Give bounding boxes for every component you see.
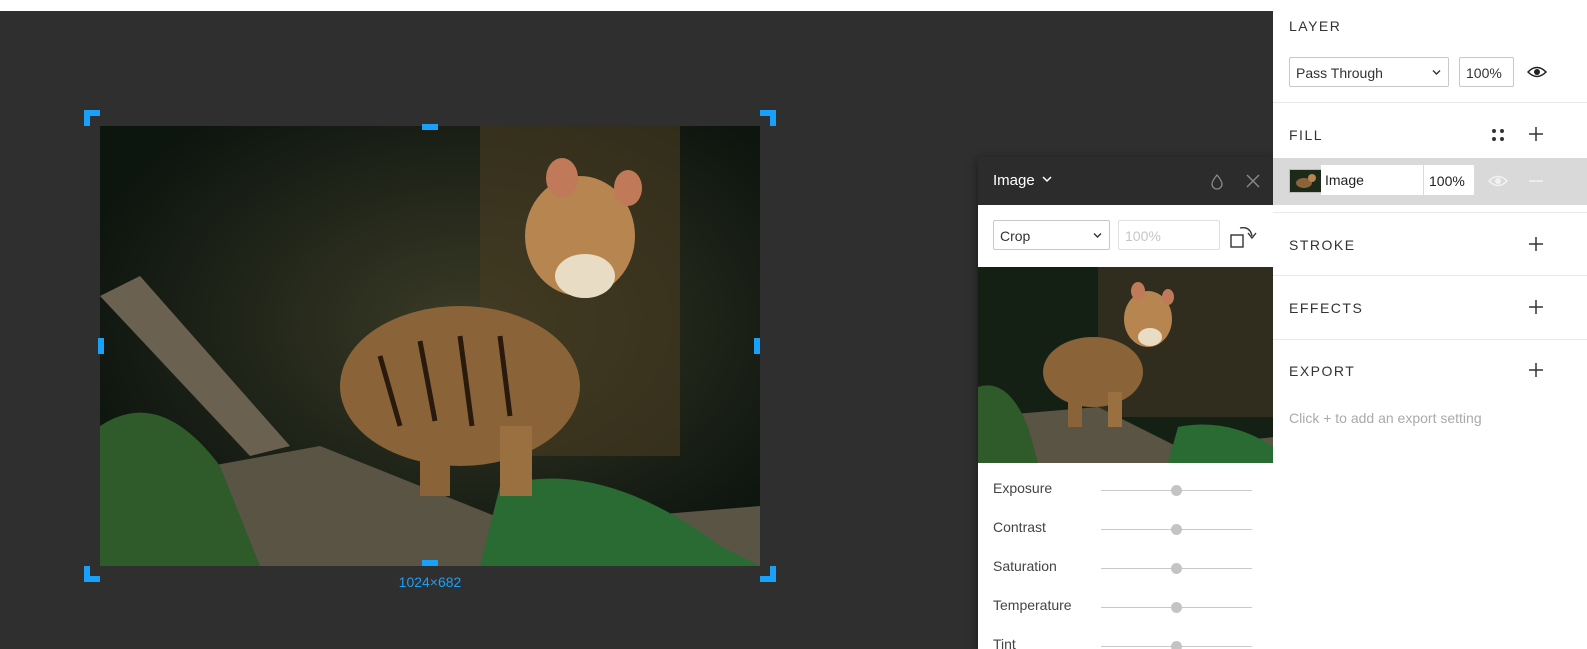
fill-type-label[interactable]: Image: [1321, 165, 1423, 195]
preview-image: [978, 267, 1274, 463]
fill-item-row[interactable]: Image 100%: [1273, 158, 1587, 205]
eye-icon[interactable]: [1488, 174, 1508, 188]
dimensions-label: 1024×682: [398, 574, 462, 590]
edge-handle-left[interactable]: [98, 338, 104, 354]
adjustment-temperature: Temperature: [978, 580, 1274, 619]
eye-icon[interactable]: [1527, 65, 1547, 79]
adjustment-label: Tint: [993, 636, 1016, 649]
image-panel-header: Image: [978, 157, 1274, 205]
adjustment-label: Temperature: [993, 597, 1072, 613]
adjustment-contrast: Contrast: [978, 502, 1274, 541]
add-effect-plus-icon[interactable]: [1528, 299, 1544, 315]
blend-mode-value: Pass Through: [1296, 65, 1383, 81]
adjustment-label: Exposure: [993, 480, 1053, 496]
adjustments-list: Exposure Contrast Saturation Temperature…: [978, 463, 1274, 649]
divider: [1273, 339, 1587, 340]
stroke-section-title: STROKE: [1289, 237, 1356, 253]
temperature-slider-knob[interactable]: [1171, 602, 1182, 613]
chevron-down-icon[interactable]: [1042, 175, 1052, 183]
chevron-down-icon: [1432, 70, 1441, 75]
fill-thumbnail[interactable]: [1289, 169, 1322, 193]
corner-handle-bl-v: [84, 566, 90, 582]
close-icon[interactable]: [1246, 174, 1260, 188]
edge-handle-top[interactable]: [422, 124, 438, 130]
export-section-title: EXPORT: [1289, 363, 1356, 379]
export-hint: Click + to add an export setting: [1289, 410, 1482, 426]
fill-thumbnail-image: [1290, 170, 1321, 192]
add-fill-plus-icon[interactable]: [1528, 126, 1544, 142]
layer-opacity-input[interactable]: 100%: [1459, 57, 1514, 87]
adjustment-tint: Tint: [978, 619, 1274, 649]
scale-mode-value: Crop: [1000, 228, 1031, 244]
tiger-image: [100, 126, 760, 566]
layer-section-title: LAYER: [1289, 18, 1342, 34]
corner-handle-tl-v: [84, 110, 90, 126]
contrast-slider-knob[interactable]: [1171, 524, 1182, 535]
exposure-slider-knob[interactable]: [1171, 485, 1182, 496]
adjustment-saturation: Saturation: [978, 541, 1274, 580]
canvas-image[interactable]: [100, 126, 760, 566]
chevron-down-icon: [1093, 233, 1102, 238]
layer-opacity-value: 100%: [1466, 65, 1502, 81]
divider: [1273, 102, 1587, 103]
image-panel-title[interactable]: Image: [993, 172, 1035, 189]
corner-handle-tr-v: [770, 110, 776, 126]
divider: [1273, 275, 1587, 276]
adjustment-exposure: Exposure: [978, 463, 1274, 502]
fill-section-title: FILL: [1289, 127, 1324, 143]
minus-icon[interactable]: [1529, 180, 1543, 182]
drop-icon[interactable]: [1210, 174, 1224, 190]
effects-section-title: EFFECTS: [1289, 300, 1364, 316]
style-grid-icon[interactable]: [1491, 128, 1505, 142]
tint-slider-knob[interactable]: [1171, 641, 1182, 649]
image-preview: [978, 267, 1274, 463]
add-stroke-plus-icon[interactable]: [1528, 236, 1544, 252]
add-export-plus-icon[interactable]: [1528, 362, 1544, 378]
edge-handle-bottom[interactable]: [422, 560, 438, 566]
corner-handle-br-v: [770, 566, 776, 582]
image-fill-panel: Image Crop 100% Exposure Contrast Satura…: [978, 157, 1274, 649]
scale-value-placeholder: 100%: [1125, 228, 1161, 244]
rotate-icon[interactable]: [1230, 223, 1258, 249]
properties-panel: LAYER Pass Through 100% FILL Image 100%: [1273, 11, 1587, 649]
adjustment-label: Saturation: [993, 558, 1057, 574]
scale-mode-select[interactable]: Crop: [993, 220, 1110, 250]
fill-opacity-input[interactable]: 100%: [1424, 165, 1474, 195]
top-strip: [0, 0, 1587, 11]
edge-handle-right[interactable]: [754, 338, 760, 354]
adjustment-label: Contrast: [993, 519, 1046, 535]
blend-mode-select[interactable]: Pass Through: [1289, 57, 1449, 87]
scale-value-input: 100%: [1118, 220, 1220, 250]
saturation-slider-knob[interactable]: [1171, 563, 1182, 574]
divider: [1273, 212, 1587, 213]
